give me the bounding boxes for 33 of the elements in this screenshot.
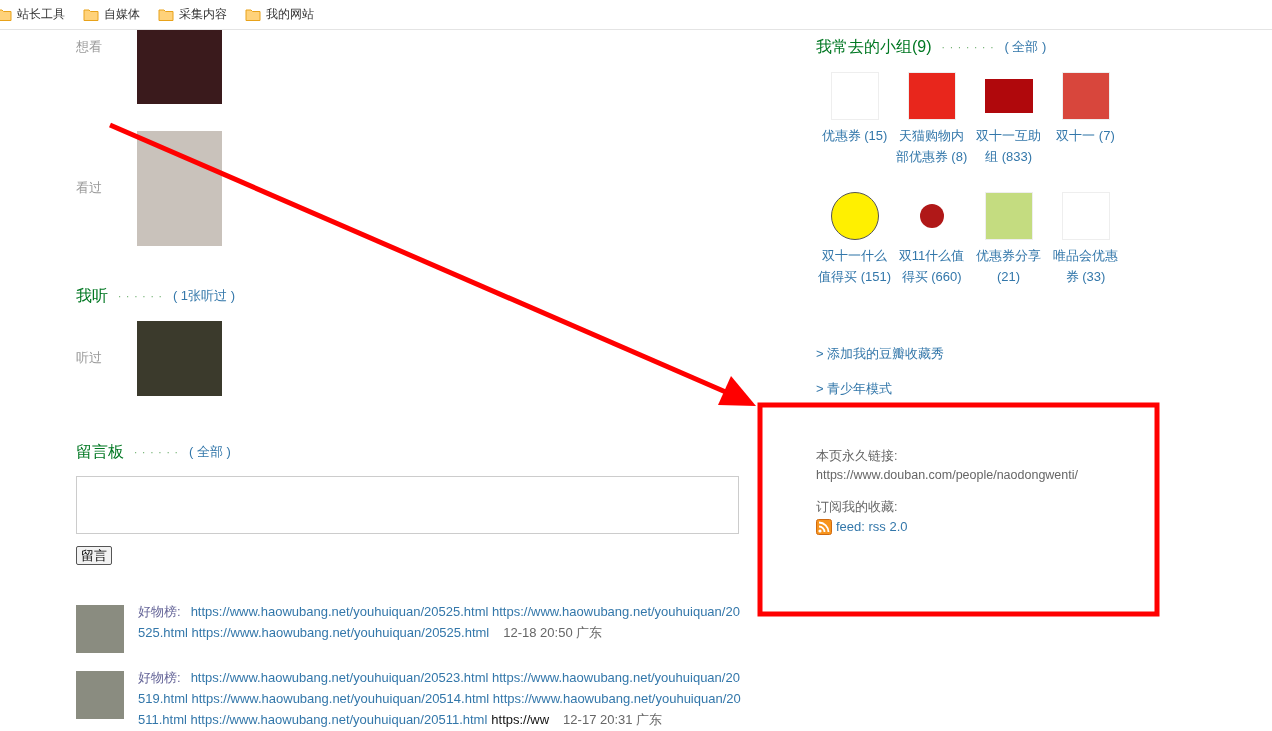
- dotted-leader: · · · · · ·: [134, 446, 179, 458]
- group-link[interactable]: 唯品会优惠券 (33): [1047, 245, 1124, 287]
- group-link[interactable]: 双十一互助组 (833): [970, 125, 1047, 167]
- group-link[interactable]: 天猫购物内部优惠券 (8): [893, 125, 970, 167]
- comment-text: 好物榜: https://www.haowubang.net/youhuiquan/20525.html https://www.haowubang.net/youhuiquan/20525.html https://www.haowubang.net/youhuiquan/20525.html 12-18 20:50 广东: [138, 603, 741, 642]
- section-title: 留言板: [76, 441, 124, 462]
- group-link[interactable]: 双十一 (7): [1047, 125, 1124, 146]
- sidebar-link[interactable]: > 添加我的豆瓣收藏秀: [816, 343, 1216, 364]
- section-link[interactable]: ( 1张听过 ): [172, 287, 235, 305]
- submit-button[interactable]: 留言: [76, 546, 112, 565]
- section-title: 我听: [76, 285, 108, 306]
- sidebar-link[interactable]: > 青少年模式: [816, 378, 1216, 399]
- section-link[interactable]: ( 全部 ): [188, 443, 231, 461]
- subscribe-label: 订阅我的收藏:: [816, 499, 899, 516]
- group-link[interactable]: 优惠券 (15): [816, 125, 893, 146]
- comment-text: 好物榜: https://www.haowubang.net/youhuiquan/20523.html https://www.haowubang.net/youhuiquan/20519.html https://www.haowubang.net/youhuiquan/20514.html https://www.haowubang.net/youhuiquan/20511.html https://www.haowubang.net/youhuiquan/20511.html https://ww 12-17 20:31 广东: [138, 669, 742, 729]
- group-link[interactable]: 双十一什么值得买 (151): [816, 245, 893, 287]
- permalink-url[interactable]: https://www.douban.com/people/naodongwenti/: [816, 466, 1216, 485]
- bookmark-link[interactable]: 自媒体: [104, 6, 140, 23]
- permalink-label: 本页永久链接:: [816, 448, 899, 465]
- group-link[interactable]: 优惠券分享 (21): [970, 245, 1047, 287]
- shelf-label: 听过: [76, 349, 103, 367]
- bookmark-link[interactable]: 我的网站: [266, 6, 314, 23]
- shelf-label: 想看: [76, 38, 103, 56]
- group-link[interactable]: 双11什么值得买 (660): [893, 245, 970, 287]
- dotted-leader: · · · · · · ·: [941, 41, 995, 53]
- bookmark-link[interactable]: 站长工具: [17, 6, 65, 23]
- bookmark-link[interactable]: 采集内容: [179, 6, 227, 23]
- dotted-leader: · · · · · ·: [118, 290, 163, 302]
- section-link[interactable]: ( 全部 ): [1004, 38, 1047, 56]
- section-title: 我常去的小组(9): [816, 36, 932, 57]
- shelf-label: 看过: [76, 179, 103, 197]
- feed-link[interactable]: feed: rss 2.0: [836, 517, 908, 536]
